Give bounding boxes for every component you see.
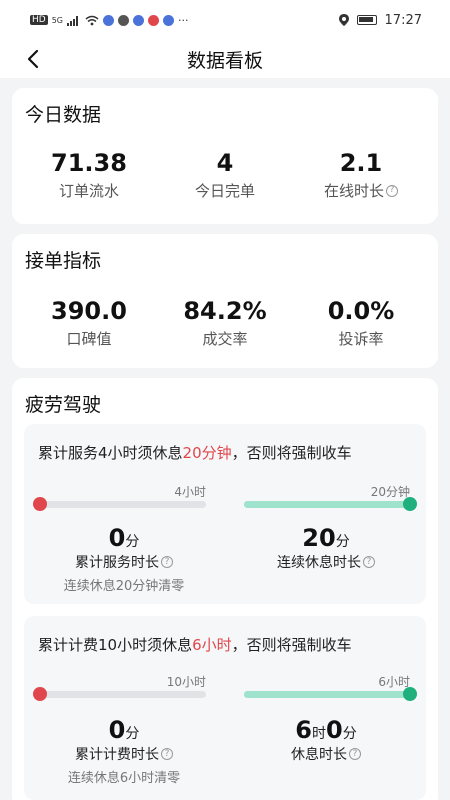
metric-label: 投诉率 bbox=[338, 330, 384, 348]
wifi-icon bbox=[85, 15, 99, 25]
fatigue-rule-billing: 累计计费10小时须休息6小时，否则将强制收车 10小时 6小时 0分 累计计费时… bbox=[24, 616, 426, 800]
progress-caption: 10小时 bbox=[166, 675, 206, 689]
stat-rest-duration: 6时0分 休息时长? bbox=[226, 716, 426, 764]
progress-knob bbox=[33, 497, 47, 511]
progress-knob bbox=[403, 497, 417, 511]
progress-knob bbox=[33, 687, 47, 701]
app-notification-icon bbox=[163, 14, 174, 26]
service-time-progress bbox=[33, 497, 206, 511]
stat-note: 连续休息6小时清零 bbox=[67, 771, 181, 786]
clock: 17:27 bbox=[384, 12, 422, 28]
app-notification-icon bbox=[133, 14, 144, 26]
rule-text: 累计服务4小时须休息20分钟，否则将强制收车 bbox=[38, 444, 352, 462]
help-icon[interactable]: ? bbox=[363, 556, 375, 568]
help-icon[interactable]: ? bbox=[386, 184, 398, 197]
nav-bar: 数据看板 bbox=[0, 40, 450, 78]
stat-service-time: 0分 累计服务时长? 连续休息20分钟清零 bbox=[24, 524, 224, 594]
stat-label: 累计计费时长? bbox=[75, 744, 173, 764]
metric-label: 口碑值 bbox=[66, 330, 112, 348]
fatigue-rule-service: 累计服务4小时须休息20分钟，否则将强制收车 4小时 20分钟 0分 累计服务时… bbox=[24, 424, 426, 604]
stat-value: 20分 bbox=[302, 524, 350, 552]
metric-value: 84.2% bbox=[183, 297, 267, 325]
help-icon[interactable]: ? bbox=[349, 748, 361, 760]
progress-fill bbox=[244, 691, 410, 698]
stat-label: 累计服务时长? bbox=[75, 552, 173, 572]
metric-value: 71.38 bbox=[51, 149, 127, 177]
metric-value: 0.0% bbox=[327, 297, 395, 325]
stat-rest-time: 20分 连续休息时长? bbox=[226, 524, 426, 572]
alert-notification-icon bbox=[148, 14, 159, 26]
more-notifications-icon: ··· bbox=[178, 13, 189, 27]
rest-time-progress bbox=[244, 497, 417, 511]
page-title: 数据看板 bbox=[186, 49, 263, 72]
metric-value: 2.1 bbox=[339, 149, 383, 177]
metric-label: 在线时长? bbox=[324, 180, 398, 201]
metric-online-time[interactable]: 2.1 在线时长? bbox=[290, 148, 432, 201]
indicators-card: 接单指标 390.0 口碑值 84.2% 成交率 0.0% 投诉率 bbox=[12, 234, 438, 368]
battery-icon bbox=[356, 15, 377, 25]
status-right-icons: 17:27 bbox=[338, 12, 422, 28]
progress-caption: 6小时 bbox=[378, 675, 410, 689]
progress-caption: 4小时 bbox=[174, 485, 206, 499]
rest-time-progress bbox=[244, 687, 417, 701]
signal-label: 5G bbox=[51, 15, 63, 25]
help-icon[interactable]: ? bbox=[161, 748, 173, 760]
today-card: 今日数据 71.38 订单流水 4 今日完单 2.1 在线时长? bbox=[12, 88, 438, 224]
stat-billing-time: 0分 累计计费时长? 连续休息6小时清零 bbox=[24, 716, 224, 786]
fatigue-title: 疲劳驾驶 bbox=[25, 394, 102, 416]
metric-complaint-rate[interactable]: 0.0% 投诉率 bbox=[290, 296, 432, 349]
chevron-left-icon bbox=[27, 49, 39, 69]
billing-time-progress bbox=[33, 687, 206, 701]
stat-label: 连续休息时长? bbox=[277, 552, 375, 572]
help-icon[interactable]: ? bbox=[161, 556, 173, 568]
metric-reputation[interactable]: 390.0 口碑值 bbox=[18, 296, 160, 349]
metric-order-revenue[interactable]: 71.38 订单流水 bbox=[18, 148, 160, 201]
indicators-title: 接单指标 bbox=[25, 250, 102, 272]
location-icon bbox=[338, 14, 349, 26]
app-notification-icon bbox=[103, 14, 114, 26]
network-label: HD bbox=[30, 15, 48, 25]
metric-label: 成交率 bbox=[202, 330, 248, 348]
today-title: 今日数据 bbox=[25, 104, 102, 126]
chat-notification-icon bbox=[118, 14, 129, 26]
rule-text: 累计计费10小时须休息6小时，否则将强制收车 bbox=[38, 636, 352, 654]
progress-caption: 20分钟 bbox=[370, 485, 410, 499]
back-button[interactable] bbox=[18, 44, 48, 74]
metric-conversion-rate[interactable]: 84.2% 成交率 bbox=[154, 296, 296, 349]
stat-value: 0分 bbox=[108, 716, 140, 744]
metric-label: 今日完单 bbox=[194, 182, 255, 200]
stat-note: 连续休息20分钟清零 bbox=[63, 579, 185, 594]
progress-fill bbox=[244, 501, 410, 508]
signal-icon bbox=[67, 15, 78, 26]
metric-value: 4 bbox=[216, 149, 234, 177]
status-left-icons: HD 5G ··· bbox=[30, 14, 189, 27]
stat-value: 6时0分 bbox=[295, 716, 357, 744]
metric-value: 390.0 bbox=[51, 297, 127, 325]
progress-knob bbox=[403, 687, 417, 701]
stat-label: 休息时长? bbox=[291, 744, 361, 764]
metric-completed-orders[interactable]: 4 今日完单 bbox=[154, 148, 296, 201]
stat-value: 0分 bbox=[108, 524, 140, 552]
metric-label: 订单流水 bbox=[58, 182, 119, 200]
status-bar: HD 5G ··· 17:27 bbox=[0, 0, 450, 40]
